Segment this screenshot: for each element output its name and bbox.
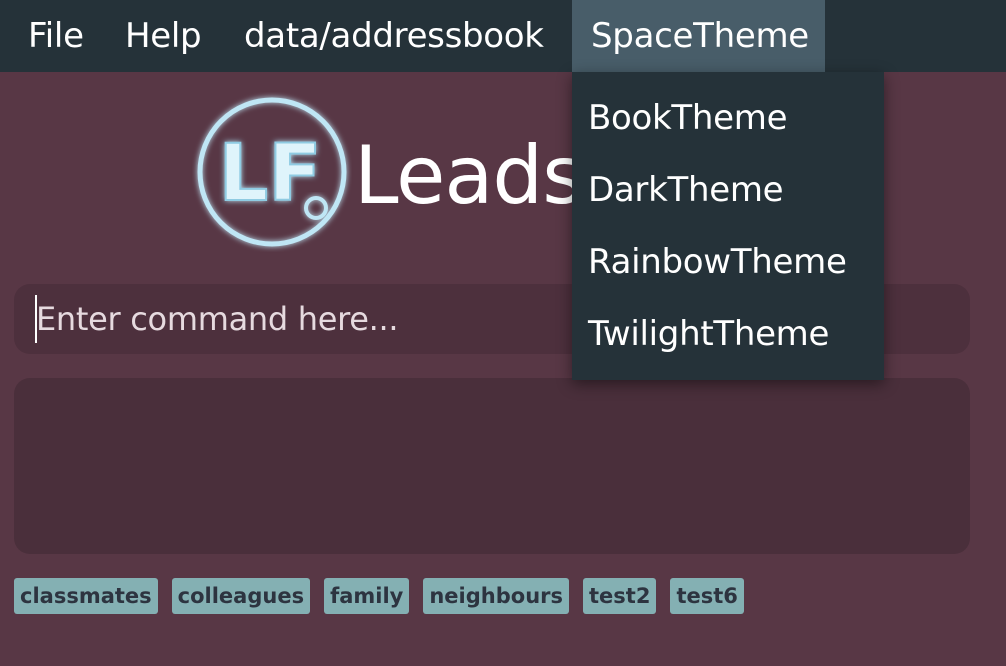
theme-option-rainbow[interactable]: RainbowTheme — [588, 226, 847, 298]
menu-help[interactable]: Help — [125, 0, 202, 72]
theme-option-twilight[interactable]: TwilightTheme — [588, 298, 829, 370]
menu-theme[interactable]: SpaceTheme — [572, 0, 825, 72]
app-title: Leads — [354, 129, 584, 222]
result-display — [14, 378, 970, 554]
tag-neighbours[interactable]: neighbours — [423, 578, 569, 614]
menu-file[interactable]: File — [28, 0, 84, 72]
theme-dropdown-menu: BookTheme DarkTheme RainbowTheme Twiligh… — [572, 72, 884, 380]
menu-bar: File Help data/addressbook SpaceTheme — [0, 0, 1006, 72]
tag-list: classmates colleagues family neighbours … — [14, 578, 744, 614]
menu-data-path[interactable]: data/addressbook — [244, 0, 544, 72]
tag-test6[interactable]: test6 — [670, 578, 744, 614]
tag-test2[interactable]: test2 — [583, 578, 657, 614]
theme-option-dark[interactable]: DarkTheme — [588, 154, 784, 226]
theme-option-book[interactable]: BookTheme — [588, 82, 788, 154]
text-caret — [35, 295, 37, 343]
tag-classmates[interactable]: classmates — [14, 578, 158, 614]
tag-colleagues[interactable]: colleagues — [171, 578, 311, 614]
tag-family[interactable]: family — [324, 578, 410, 614]
lf-logo-icon: LF — [192, 92, 352, 252]
